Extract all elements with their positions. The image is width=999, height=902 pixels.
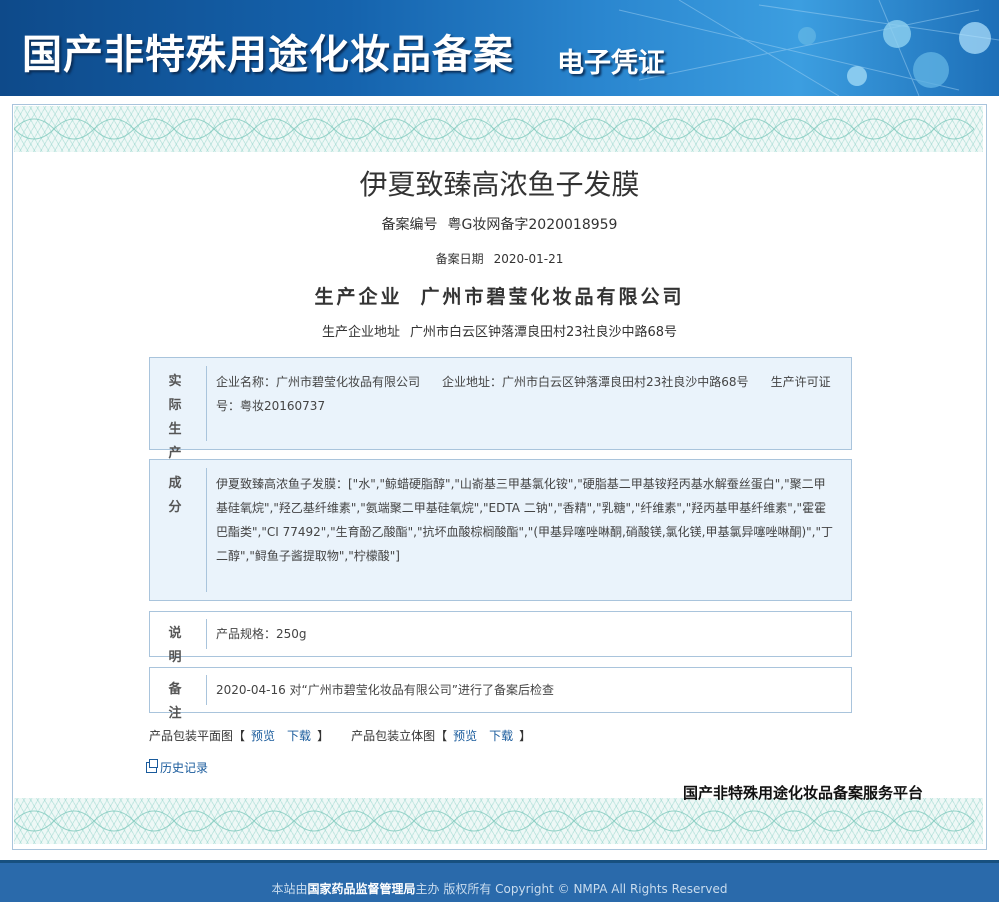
manufacturer-value: 广州市碧莹化妆品有限公司 <box>420 286 685 308</box>
history-link[interactable]: 历史记录 <box>146 759 208 776</box>
ingredients-section: 成分 伊夏致臻高浓鱼子发膜：["水","鲸蜡硬脂醇","山嵛基三甲基氯化铵","… <box>149 459 852 601</box>
footer-prefix: 本站由 <box>271 882 308 896</box>
section-head: 备注 <box>150 675 207 721</box>
ingredients-text: 伊夏致臻高浓鱼子发膜：["水","鲸蜡硬脂醇","山嵛基三甲基氯化铵","硬脂基… <box>216 477 833 563</box>
bracket-close: 】 <box>519 729 532 743</box>
stereo-preview-link[interactable]: 预览 <box>453 729 477 743</box>
description-text: 产品规格：250g <box>216 627 307 641</box>
actual-producer-content: 企业名称：广州市碧莹化妆品有限公司 企业地址：广州市白云区钟落潭良田村23社良沙中… <box>216 370 837 418</box>
registration-date: 备案日期 2020-01-21 <box>0 250 999 267</box>
address-label: 生产企业地址 <box>321 325 400 340</box>
producer-address: 企业地址：广州市白云区钟落潭良田村23社良沙中路68号 <box>442 375 749 389</box>
footer: 本站由国家药品监督管理局主办 版权所有 Copyright © NMPA All… <box>0 860 999 902</box>
manufacturer-address: 生产企业地址 广州市白云区钟落潭良田村23社良沙中路68号 <box>0 321 999 340</box>
date-value: 2020-01-21 <box>493 252 564 266</box>
flat-preview-link[interactable]: 预览 <box>251 729 275 743</box>
header-subtitle: 电子凭证 <box>557 48 665 79</box>
ingredients-heading: 成分 <box>168 476 188 515</box>
remarks-text: 2020-04-16 对“广州市碧莹化妆品有限公司”进行了备案后检查 <box>216 683 554 697</box>
wave-border-top <box>14 106 983 152</box>
flat-image-group: 产品包装平面图【 预览 下载】 <box>149 729 329 743</box>
actual-producer-section: 实际生产企业 企业名称：广州市碧莹化妆品有限公司 企业地址：广州市白云区钟落潭良田… <box>149 357 852 509</box>
registration-label: 备案编号 <box>381 217 438 233</box>
history-label: 历史记录 <box>160 761 209 775</box>
footer-copyright: 本站由国家药品监督管理局主办 版权所有 Copyright © NMPA All… <box>0 880 999 897</box>
flat-download-link[interactable]: 下载 <box>287 729 311 743</box>
platform-name: 国产非特殊用途化妆品备案服务平台 <box>683 784 924 802</box>
description-heading: 说明 <box>168 626 188 665</box>
manufacturer: 生产企业 广州市碧莹化妆品有限公司 <box>0 282 999 309</box>
header-title: 国产非特殊用途化妆品备案 <box>22 32 514 78</box>
wave-border-bottom <box>14 798 983 844</box>
header-banner: 国产非特殊用途化妆品备案 电子凭证 <box>0 0 999 96</box>
bracket-open: 【 <box>435 729 448 743</box>
section-head: 说明 <box>150 619 207 665</box>
remarks-section: 备注 2020-04-16 对“广州市碧莹化妆品有限公司”进行了备案后检查 <box>149 667 852 721</box>
section-head: 成分 <box>150 468 207 592</box>
registration-number: 备案编号 粤G妆网备字2020018959 <box>0 214 999 234</box>
flat-image-label: 产品包装平面图 <box>149 729 234 743</box>
footer-suffix: 主办 版权所有 Copyright © NMPA All Rights Rese… <box>415 882 728 896</box>
description-section: 说明 产品规格：250g <box>149 611 852 665</box>
product-name: 伊夏致臻高浓鱼子发膜 <box>359 168 640 201</box>
package-downloads: 产品包装平面图【 预览 下载】产品包装立体图【 预览 下载】 <box>149 727 531 744</box>
remarks-heading: 备注 <box>168 682 188 721</box>
stereo-image-label: 产品包装立体图 <box>351 729 436 743</box>
section-head: 实际生产企业 <box>150 366 207 509</box>
bracket-open: 【 <box>233 729 246 743</box>
registration-value: 粤G妆网备字2020018959 <box>447 217 618 233</box>
manufacturer-label: 生产企业 <box>314 286 403 308</box>
window-icon <box>146 759 158 773</box>
address-value: 广州市白云区钟落潭良田村23社良沙中路68号 <box>409 325 678 340</box>
date-label: 备案日期 <box>435 252 484 266</box>
stereo-image-group: 产品包装立体图【 预览 下载】 <box>351 729 531 743</box>
footer-org: 国家药品监督管理局 <box>307 882 416 896</box>
producer-name: 企业名称：广州市碧莹化妆品有限公司 <box>216 375 421 389</box>
stereo-download-link[interactable]: 下载 <box>489 729 513 743</box>
bracket-close: 】 <box>317 729 330 743</box>
